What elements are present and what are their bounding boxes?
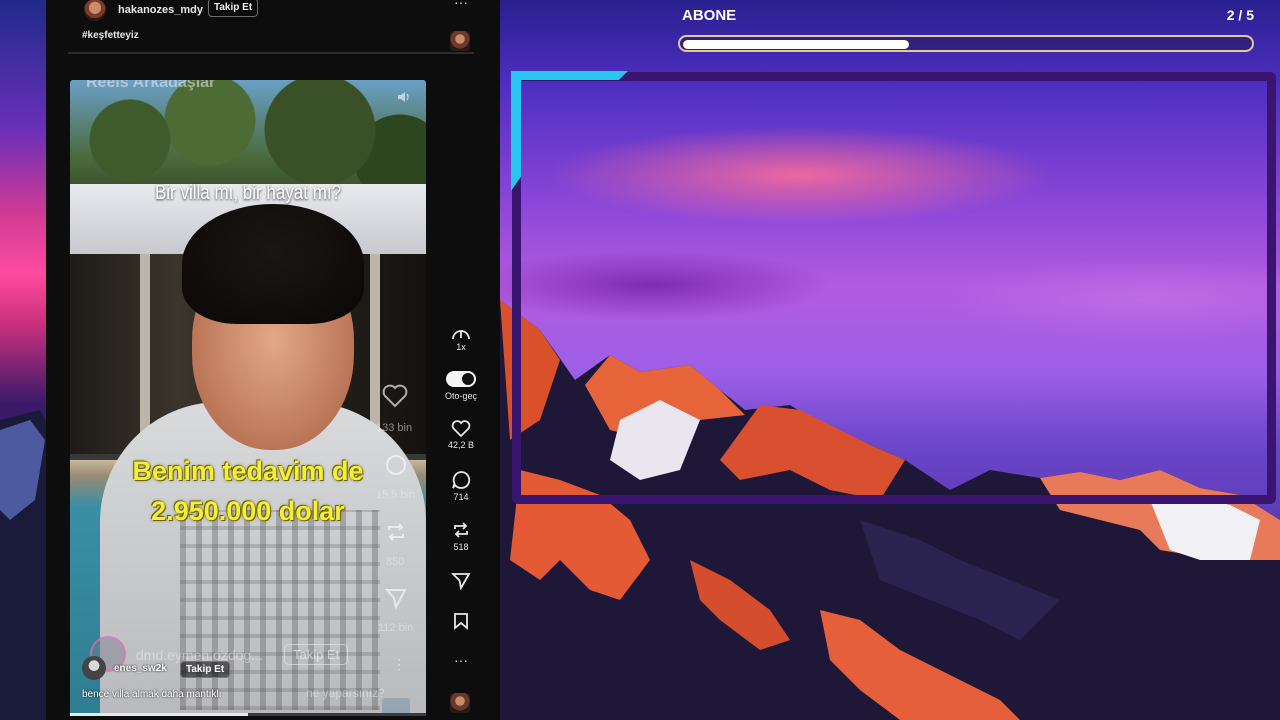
author-username[interactable]: hakanozes_mdy [118, 4, 203, 16]
repost-count: 518 [453, 542, 469, 552]
frame-accent-top [512, 71, 628, 80]
comment-button[interactable]: 714 [444, 470, 478, 502]
ghost-follow-button: Takip Et [284, 644, 349, 665]
repost-button[interactable]: 518 [444, 520, 478, 552]
video-caption-top: Bir villa mı, bir hayat mı? [154, 182, 342, 204]
ghost-caption: ne yaparsınız? [306, 686, 385, 700]
goal-counter: 2 / 5 [1226, 7, 1254, 23]
reel-video[interactable]: Reels Arkadaşlar Bir villa mı, bir hayat… [70, 80, 426, 716]
previous-post-footer: hakanozes_mdy Takip Et #keşfetteyiz [68, 0, 474, 54]
bookmark-icon [454, 613, 468, 630]
toggle-knob [462, 373, 474, 385]
video-progress-bar[interactable] [70, 713, 426, 716]
more-icon: ··· [454, 0, 468, 10]
video-shirt-print [180, 510, 380, 710]
follow-button[interactable]: Takip Et [208, 0, 259, 17]
ghost-like-count: 133 bin [376, 422, 413, 434]
goal-progress-fill [683, 40, 910, 49]
autoplay-toggle[interactable]: Oto-geç [444, 371, 478, 401]
autoplay-label: Oto-geç [444, 391, 477, 401]
speed-button[interactable]: 1x [444, 326, 478, 352]
post-hashtag[interactable]: #keşfetteyiz [82, 30, 139, 41]
like-count: 42,2 B [447, 440, 475, 450]
reels-panel: hakanozes_mdy Takip Et #keşfetteyiz Reel… [46, 0, 500, 720]
video-progress-fill [70, 713, 248, 716]
ghost-more-icon: ⋮ [392, 656, 406, 672]
ghost-send-icon [384, 586, 408, 617]
video-person-hair [182, 204, 364, 324]
send-icon [451, 573, 471, 590]
camera-frame [512, 72, 1276, 504]
comment-icon [452, 471, 471, 489]
author-avatar[interactable] [84, 0, 106, 21]
video-caption-line1: Benim tedavim de [132, 456, 364, 486]
save-button[interactable] [444, 612, 478, 630]
audio-thumbnail-bottom[interactable] [450, 693, 470, 713]
ghost-heart-icon [382, 384, 408, 415]
more-icon: ··· [454, 652, 468, 668]
commenter-follow-button[interactable]: Takip Et [180, 661, 231, 678]
more-options-button[interactable]: ··· [444, 652, 478, 670]
ghost-share-count: 112 bin [378, 622, 414, 634]
volume-icon[interactable] [396, 90, 410, 107]
comment-text: bence villa almak daha mantıklı [82, 689, 222, 700]
toggle-icon [446, 371, 476, 387]
top-more-button[interactable]: ··· [444, 0, 478, 12]
like-button[interactable]: 42,2 B [444, 420, 478, 450]
goal-progress-bar [678, 35, 1254, 52]
repost-icon [454, 522, 468, 538]
comment-count: 714 [453, 492, 469, 502]
ghost-comment-count: 15,5 bin [376, 489, 416, 501]
commenter-avatar[interactable] [82, 656, 106, 680]
frame-accent-left [511, 71, 521, 191]
ghost-repost-count: 850 [386, 556, 405, 568]
heart-icon [451, 420, 471, 438]
ghost-repost-icon [384, 520, 408, 551]
audio-thumbnail[interactable] [450, 31, 470, 51]
overlay-title: ABONE [682, 7, 737, 24]
ghost-tabs: Reels Arkadaşlar [86, 80, 216, 91]
speed-label: 1x [456, 342, 466, 352]
video-caption-line2: 2.950.000 dolar [151, 496, 345, 526]
speed-icon [452, 330, 470, 340]
share-button[interactable] [444, 572, 478, 590]
commenter-username[interactable]: enes_sw2k [114, 663, 167, 674]
ghost-comment-icon [384, 454, 408, 485]
